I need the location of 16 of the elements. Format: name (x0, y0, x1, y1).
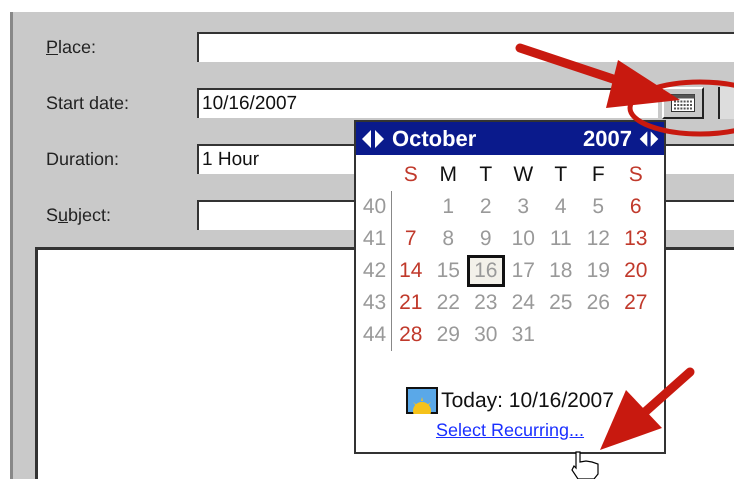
week-number: 40 (358, 191, 392, 223)
weekday-label: M (438, 162, 458, 188)
week-number: 44 (358, 319, 392, 351)
weekday-label: W (512, 162, 534, 188)
week-number: 43 (358, 287, 392, 319)
field-label: Place: (45, 36, 98, 58)
field-label: Subject: (45, 204, 112, 226)
weekday-label: T (478, 162, 494, 188)
field-label: Duration: (45, 148, 120, 170)
field-label: Start date: (45, 92, 130, 114)
week-number: 42 (358, 255, 392, 287)
weekday-label: T (553, 162, 568, 188)
weekday-label: S (628, 162, 644, 188)
weekday-label: F (590, 162, 606, 188)
week-number: 41 (358, 223, 392, 255)
weekday-label: S (402, 162, 419, 188)
